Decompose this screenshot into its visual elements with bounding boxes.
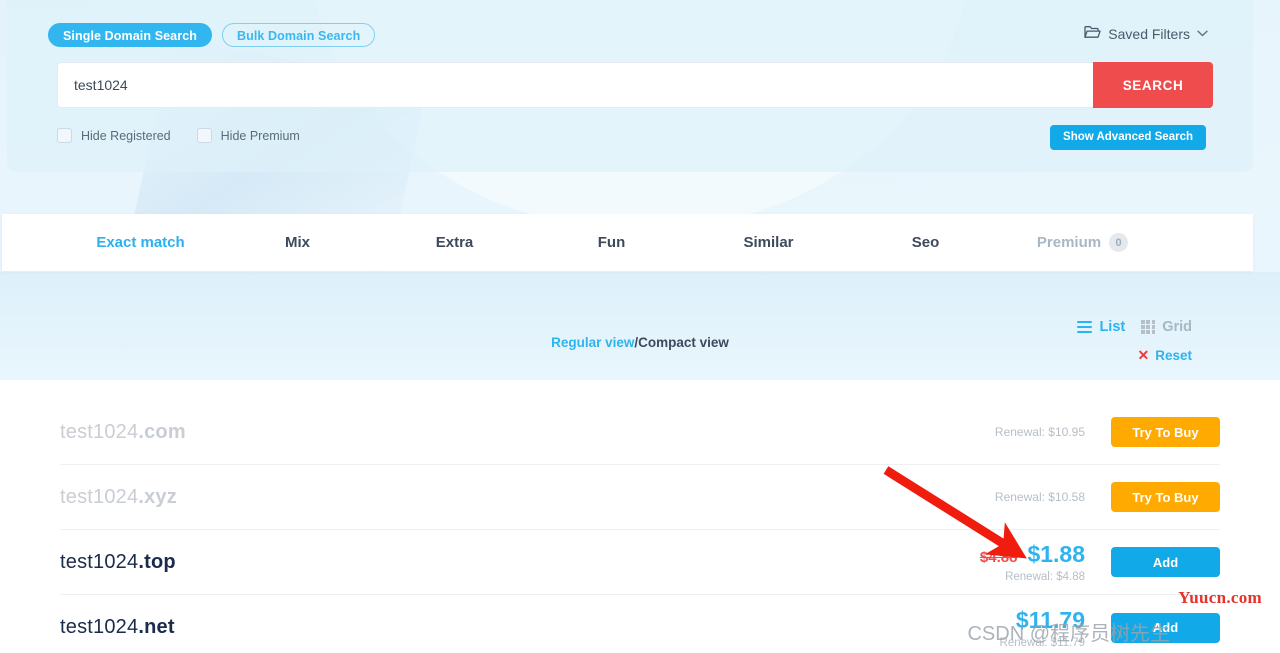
- try-to-buy-button[interactable]: Try To Buy: [1111, 482, 1220, 512]
- mode-single-domain-search[interactable]: Single Domain Search: [48, 23, 212, 47]
- domain-sld: test1024: [60, 616, 139, 638]
- saved-filters-label: Saved Filters: [1108, 25, 1190, 42]
- checkbox-box-icon: [57, 128, 72, 143]
- price-original: $4.88: [979, 549, 1018, 566]
- renewal-price: Renewal: $10.95: [994, 425, 1085, 439]
- show-advanced-search-button[interactable]: Show Advanced Search: [1050, 125, 1206, 150]
- domain-name: test1024.net: [60, 616, 855, 639]
- renewal-price: Renewal: $10.58: [994, 490, 1085, 504]
- domain-tld: .xyz: [138, 485, 177, 508]
- checkbox-box-icon: [196, 128, 212, 143]
- checkbox-hide-registered-label: Hide Registered: [81, 128, 171, 143]
- saved-filters-dropdown[interactable]: Saved Filters: [1084, 25, 1208, 42]
- add-to-cart-button[interactable]: Add: [1111, 547, 1220, 577]
- checkbox-hide-premium-label: Hide Premium: [220, 128, 300, 143]
- compact-view-link[interactable]: Compact view: [638, 335, 729, 350]
- tab-seo[interactable]: Seo: [847, 234, 1004, 251]
- try-to-buy-button[interactable]: Try To Buy: [1111, 417, 1220, 447]
- domain-sld: test1024: [60, 550, 139, 573]
- checkbox-hide-premium[interactable]: Hide Premium: [196, 128, 300, 143]
- watermark-site: Yuucn.com: [1178, 588, 1262, 607]
- layout-toggle-group: List Grid: [1077, 319, 1192, 335]
- price-column: $4.88 $1.88 Renewal: $4.88: [855, 541, 1085, 583]
- price-current: $1.88: [1027, 541, 1085, 567]
- tab-similar[interactable]: Similar: [690, 234, 847, 251]
- tab-premium-label: Premium: [1036, 234, 1102, 251]
- watermark-author: CSDN @程序员树先生: [967, 623, 1170, 645]
- results-tabbar: Exact match Mix Extra Fun Similar Seo Pr…: [2, 214, 1253, 271]
- grid-view-button[interactable]: Grid: [1141, 319, 1192, 335]
- tab-premium[interactable]: Premium 0: [1004, 233, 1161, 252]
- list-view-label: List: [1099, 319, 1126, 335]
- table-row[interactable]: test1024.xyz Renewal: $10.58 Try To Buy: [60, 465, 1220, 530]
- domain-name: test1024.xyz: [60, 486, 855, 509]
- grid-icon: [1141, 320, 1156, 334]
- reset-button[interactable]: ✕ Reset: [1137, 347, 1192, 364]
- domain-tld: .com: [138, 420, 186, 443]
- search-row: SEARCH: [57, 62, 1213, 108]
- search-input[interactable]: [57, 62, 1093, 108]
- tab-premium-count-badge: 0: [1109, 233, 1129, 252]
- page-root: Single Domain Search Bulk Domain Search …: [0, 0, 1280, 653]
- list-view-button[interactable]: List: [1077, 319, 1125, 335]
- tab-exact-match[interactable]: Exact match: [62, 234, 219, 251]
- reset-label: Reset: [1155, 348, 1192, 363]
- search-filters-row: Hide Registered Hide Premium: [57, 128, 300, 143]
- folder-icon: [1084, 25, 1102, 42]
- domain-name: test1024.com: [60, 421, 855, 444]
- domain-results-list: test1024.com Renewal: $10.95 Try To Buy …: [0, 400, 1280, 653]
- price-line: $4.88 $1.88: [980, 541, 1085, 568]
- grid-view-label: Grid: [1162, 319, 1192, 335]
- table-row[interactable]: test1024.com Renewal: $10.95 Try To Buy: [60, 400, 1220, 465]
- table-row[interactable]: test1024.top $4.88 $1.88 Renewal: $4.88 …: [60, 530, 1220, 595]
- domain-tld: .top: [138, 550, 176, 573]
- domain-name: test1024.top: [60, 551, 855, 574]
- regular-view-link[interactable]: Regular view: [551, 335, 634, 350]
- mode-bulk-domain-search[interactable]: Bulk Domain Search: [221, 23, 376, 47]
- search-panel: Single Domain Search Bulk Domain Search …: [7, 0, 1253, 172]
- tab-extra[interactable]: Extra: [376, 234, 533, 251]
- domain-tld: .net: [138, 616, 175, 638]
- checkbox-hide-registered[interactable]: Hide Registered: [57, 128, 171, 143]
- search-mode-tabs: Single Domain Search Bulk Domain Search: [48, 23, 376, 47]
- price-column: Renewal: $10.95: [855, 425, 1085, 439]
- close-icon: ✕: [1137, 347, 1150, 363]
- chevron-down-icon: [1197, 28, 1208, 40]
- tab-mix[interactable]: Mix: [219, 234, 376, 251]
- search-button[interactable]: SEARCH: [1093, 62, 1213, 108]
- list-icon: [1077, 320, 1093, 334]
- domain-sld: test1024: [60, 485, 139, 508]
- renewal-price: Renewal: $4.88: [1005, 571, 1085, 583]
- domain-sld: test1024: [60, 420, 139, 443]
- tab-fun[interactable]: Fun: [533, 234, 690, 251]
- view-mode-switch: Regular view/Compact view: [0, 335, 1280, 350]
- price-column: Renewal: $10.58: [855, 490, 1085, 504]
